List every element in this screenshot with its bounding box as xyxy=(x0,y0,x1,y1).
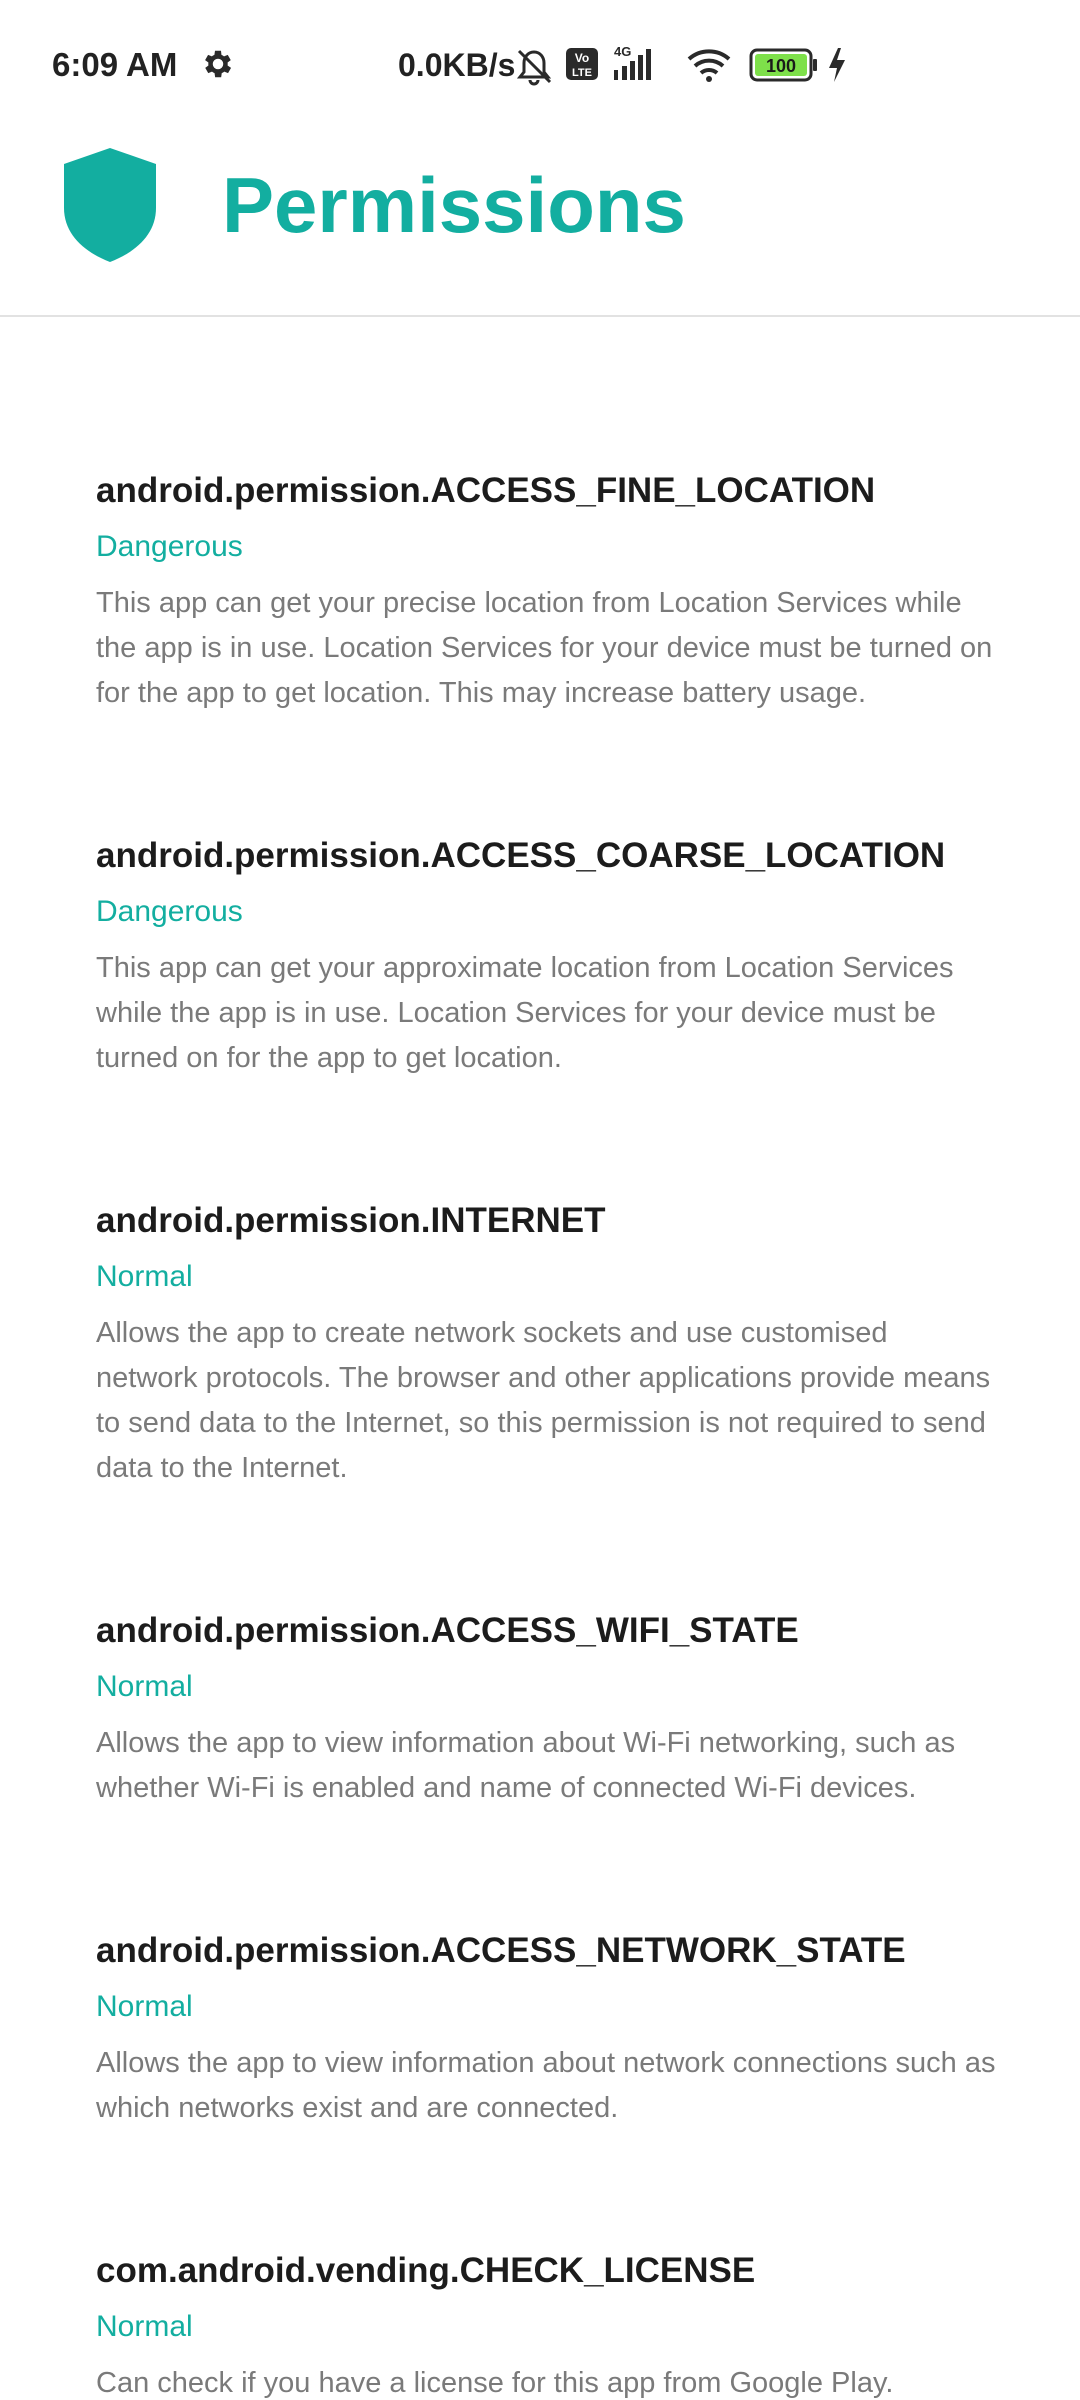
permission-item[interactable]: android.permission.ACCESS_COARSE_LOCATIO… xyxy=(96,832,996,1081)
svg-text:4G: 4G xyxy=(614,44,631,59)
permission-name: android.permission.ACCESS_COARSE_LOCATIO… xyxy=(96,836,946,875)
svg-text:100: 100 xyxy=(766,56,796,76)
svg-text:LTE: LTE xyxy=(572,67,592,79)
permission-name: android.permission.ACCESS_FINE_LOCATION xyxy=(96,471,876,510)
status-bar: 6:09 AM 0.0KB/s Vo LTE 4G 100 xyxy=(0,0,1080,130)
settings-gear-icon xyxy=(205,50,232,78)
mute-icon xyxy=(516,49,552,86)
permission-item[interactable]: android.permission.ACCESS_WIFI_STATE Nor… xyxy=(96,1607,996,1811)
permissions-list[interactable]: android.permission.ACCESS_FINE_LOCATION … xyxy=(0,317,1080,2400)
permission-level: Normal xyxy=(96,1260,193,1293)
permission-item[interactable]: android.permission.INTERNET Normal Allow… xyxy=(96,1197,996,1491)
status-icons: Vo LTE 4G 100 xyxy=(516,44,845,86)
permission-description: This app can get your approximate locati… xyxy=(96,952,954,1074)
permission-name: android.permission.ACCESS_NETWORK_STATE xyxy=(96,1931,906,1970)
permission-level: Normal xyxy=(96,1670,193,1703)
permission-description: Allows the app to create network sockets… xyxy=(96,1317,991,1484)
permission-name: com.android.vending.CHECK_LICENSE xyxy=(96,2251,756,2290)
shield-icon xyxy=(64,148,156,262)
permission-item[interactable]: android.permission.ACCESS_NETWORK_STATE … xyxy=(96,1927,996,2131)
volte-icon: Vo LTE xyxy=(566,48,598,80)
battery-icon: 100 xyxy=(749,48,817,82)
svg-text:Vo: Vo xyxy=(575,51,589,65)
permission-name: android.permission.INTERNET xyxy=(96,1201,606,1240)
charging-icon xyxy=(829,48,845,82)
permission-level: Dangerous xyxy=(96,895,243,928)
permission-item[interactable]: com.android.vending.CHECK_LICENSE Normal… xyxy=(96,2247,996,2400)
permission-description: Can check if you have a license for this… xyxy=(96,2367,894,2399)
cellular-signal-icon: 4G xyxy=(614,44,651,80)
network-speed: 0.0KB/s xyxy=(398,47,516,83)
permission-description: Allows the app to view information about… xyxy=(96,2047,996,2124)
permission-level: Dangerous xyxy=(96,530,243,563)
permission-description: Allows the app to view information about… xyxy=(96,1727,956,1804)
page-title: Permissions xyxy=(222,161,686,249)
permission-level: Normal xyxy=(96,2310,193,2343)
status-time: 6:09 AM xyxy=(52,46,178,83)
permission-item[interactable]: android.permission.ACCESS_FINE_LOCATION … xyxy=(96,467,996,716)
permission-level: Normal xyxy=(96,1990,193,2023)
permission-description: This app can get your precise location f… xyxy=(96,587,993,709)
permission-name: android.permission.ACCESS_WIFI_STATE xyxy=(96,1611,799,1650)
wifi-icon xyxy=(687,49,731,82)
app-header: Permissions xyxy=(0,130,1080,317)
